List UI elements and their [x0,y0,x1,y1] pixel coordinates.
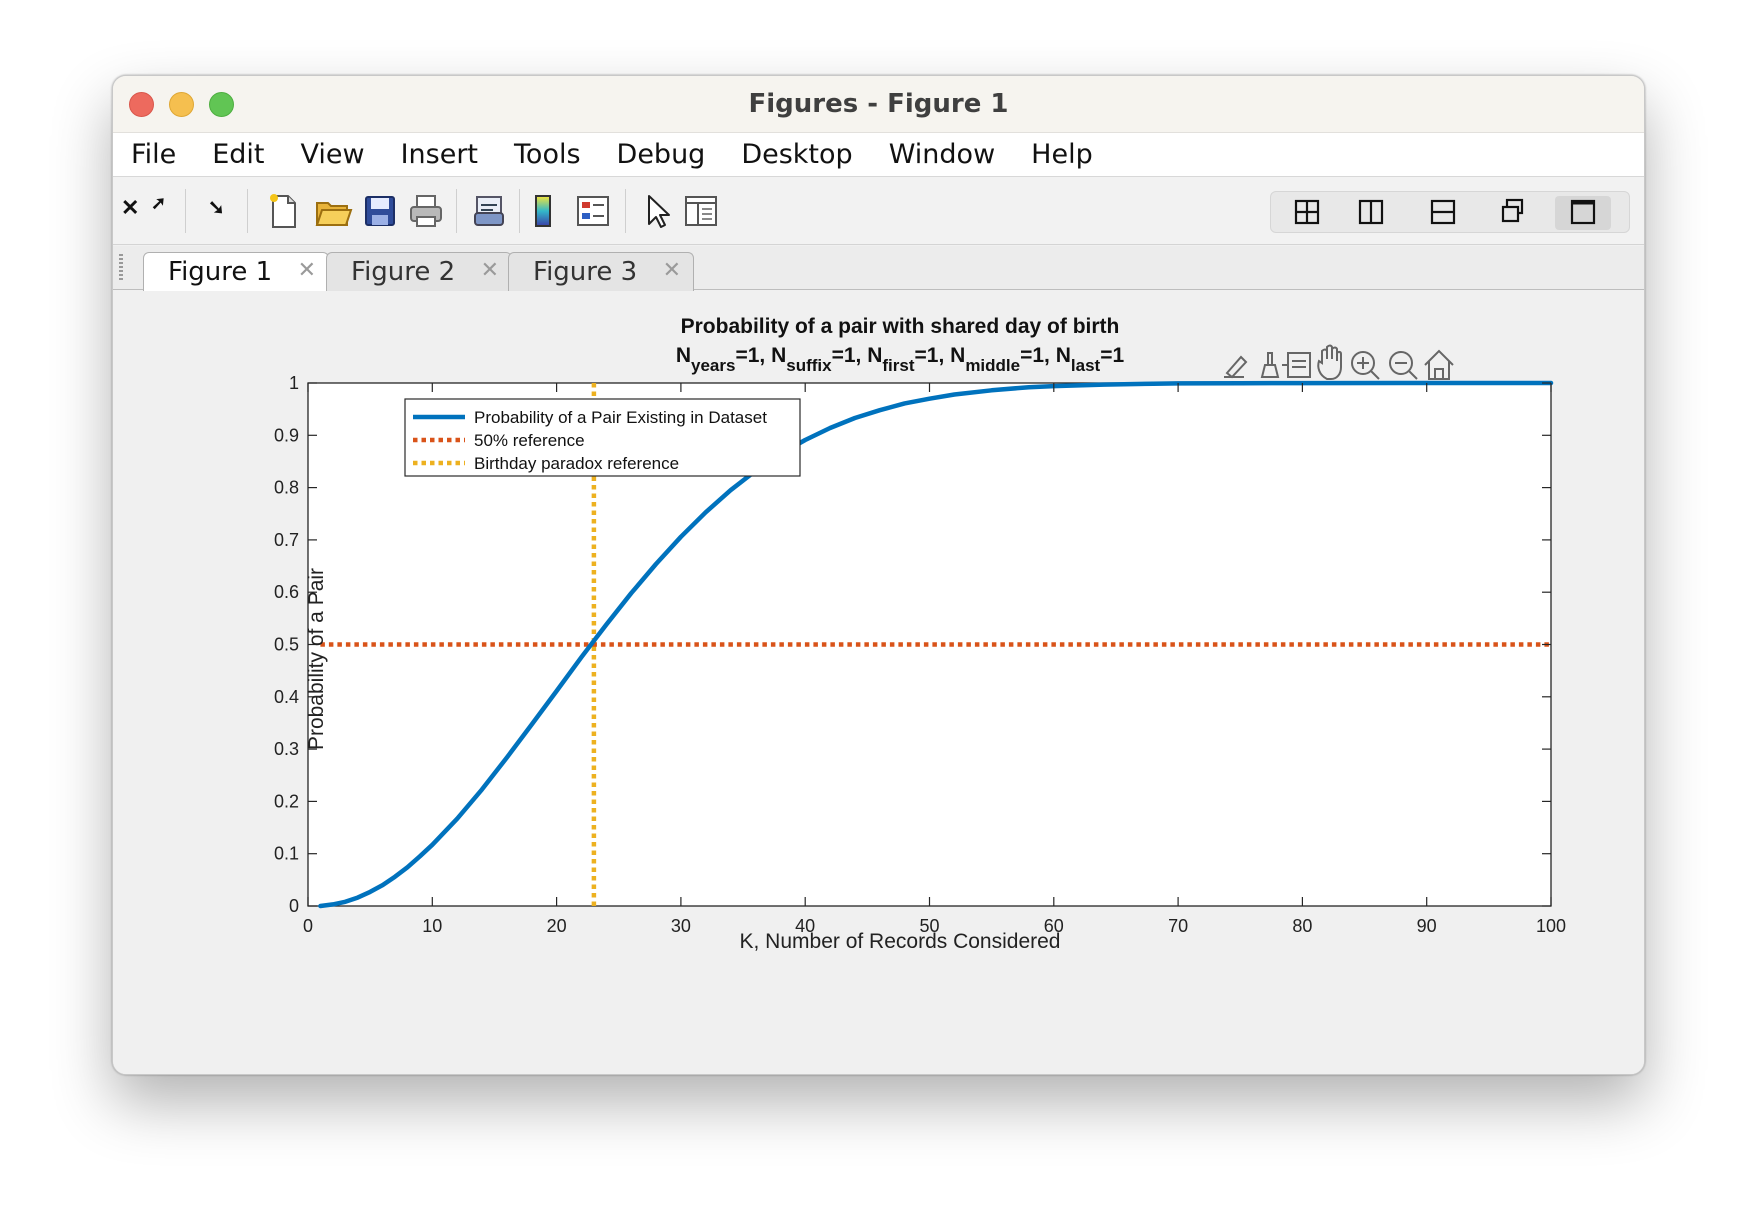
layout-selector [1270,191,1630,233]
tab-figure-1[interactable]: Figure 1 ✕ [143,252,329,292]
chart-title: Probability of a pair with shared day of… [681,315,1120,338]
tab-label: Figure 3 [533,257,638,287]
toolbar-separator [519,189,520,233]
tile-rows-icon[interactable] [1415,196,1471,230]
save-icon[interactable] [360,191,400,231]
legend-entry: Birthday paradox reference [474,454,679,473]
zoom-in-icon[interactable] [1351,351,1380,380]
y-tick-label: 0.6 [274,582,299,602]
y-tick-label: 0.7 [274,530,299,550]
y-tick-label: 0 [289,896,299,916]
toolbar-separator [456,189,457,233]
toolbar-separator [247,189,248,233]
x-tick-label: 80 [1292,916,1312,936]
open-file-icon[interactable] [313,191,353,231]
menu-bar: File Edit View Insert Tools Debug Deskto… [113,133,1644,177]
brush-edit-icon[interactable] [1224,355,1248,379]
x-tick-label: 20 [547,916,567,936]
tile-columns-icon[interactable] [1343,196,1399,230]
y-tick-label: 0.9 [274,425,299,445]
y-tick-label: 0.4 [274,687,299,707]
probability-chart: 0 10 20 30 40 50 60 70 80 90 10000.10.20.30.40.50.… [274,315,1566,953]
chart-subtitle: Nyears=1, Nsuffix=1, Nfirst=1, Nmiddle=1… [676,344,1125,375]
title-bar[interactable]: Figures - Figure 1 [113,76,1644,133]
menu-view[interactable]: View [300,139,364,170]
colorbar-icon[interactable] [523,191,563,231]
x-tick-label: 0 [303,916,313,936]
y-tick-label: 1 [289,373,299,393]
menu-file[interactable]: File [131,139,176,170]
menu-help[interactable]: Help [1031,139,1093,170]
close-tab-icon[interactable]: ✕ [663,258,681,283]
y-tick-label: 0.8 [274,478,299,498]
tab-label: Figure 1 [168,257,273,287]
home-icon[interactable] [1424,349,1454,380]
pan-hand-icon[interactable] [1317,344,1342,380]
close-tab-icon[interactable]: ✕ [481,258,499,283]
y-tick-label: 0.1 [274,844,299,864]
figure-canvas: 0 10 20 30 40 50 60 70 80 90 100 0 0.1 0.2 0.3 0.4 0.5 0.… [113,291,1644,1074]
figure-toolbar: ✕ ➚ ➘ [113,177,1644,245]
pointer-icon[interactable] [637,191,677,231]
dock-icon[interactable]: ➘ [208,195,225,220]
tab-figure-3[interactable]: Figure 3 ✕ [508,252,694,291]
y-tick-label: 0.5 [274,635,299,655]
menu-tools[interactable]: Tools [514,139,581,170]
data-tips-icon[interactable] [1282,352,1311,378]
toolbar-separator [185,189,186,233]
menu-edit[interactable]: Edit [212,139,264,170]
x-tick-label: 10 [422,916,442,936]
menu-desktop[interactable]: Desktop [741,139,852,170]
maximize-icon[interactable] [1555,196,1611,230]
axes-toolbar [1224,344,1454,380]
undock-icon[interactable]: ➚ [151,193,166,214]
menu-debug[interactable]: Debug [617,139,706,170]
new-figure-icon[interactable] [263,191,303,231]
tab-label: Figure 2 [351,257,456,287]
close-tab-icon[interactable]: ✕ [298,258,316,283]
x-tick-label: 70 [1168,916,1188,936]
data-brush-icon[interactable] [1260,352,1280,378]
legend-icon[interactable] [573,191,613,231]
drag-grip[interactable] [119,254,123,282]
property-inspector-icon[interactable] [681,191,721,231]
figure-tabs: Figure 1 ✕ Figure 2 ✕ Figure 3 ✕ [113,246,1644,292]
x-tick-label: 30 [671,916,691,936]
figures-window: Figures - Figure 1 File Edit View Insert… [112,75,1645,1075]
tab-figure-2[interactable]: Figure 2 ✕ [326,252,512,291]
close-figure-icon[interactable]: ✕ [121,195,139,221]
x-tick-label: 100 [1536,916,1566,936]
y-axis-label: Probability of a Pair [305,568,328,750]
y-tick-label: 0.3 [274,739,299,759]
toolbar-separator [625,189,626,233]
x-tick-label: 90 [1417,916,1437,936]
print-icon[interactable] [406,191,446,231]
zoom-out-icon[interactable] [1389,351,1418,380]
legend-entry: 50% reference [474,431,585,450]
menu-insert[interactable]: Insert [401,139,478,170]
tile-grid-icon[interactable] [1279,196,1335,230]
float-icon[interactable] [1485,196,1541,230]
y-tick-label: 0.2 [274,791,299,811]
link-plot-icon[interactable] [469,191,509,231]
window-title: Figures - Figure 1 [748,89,1009,119]
legend[interactable]: Probability of a Pair Existing in Datase… [404,398,801,477]
menu-window[interactable]: Window [889,139,995,170]
legend-entry: Probability of a Pair Existing in Datase… [474,408,767,427]
x-axis-label: K, Number of Records Considered [740,930,1061,953]
